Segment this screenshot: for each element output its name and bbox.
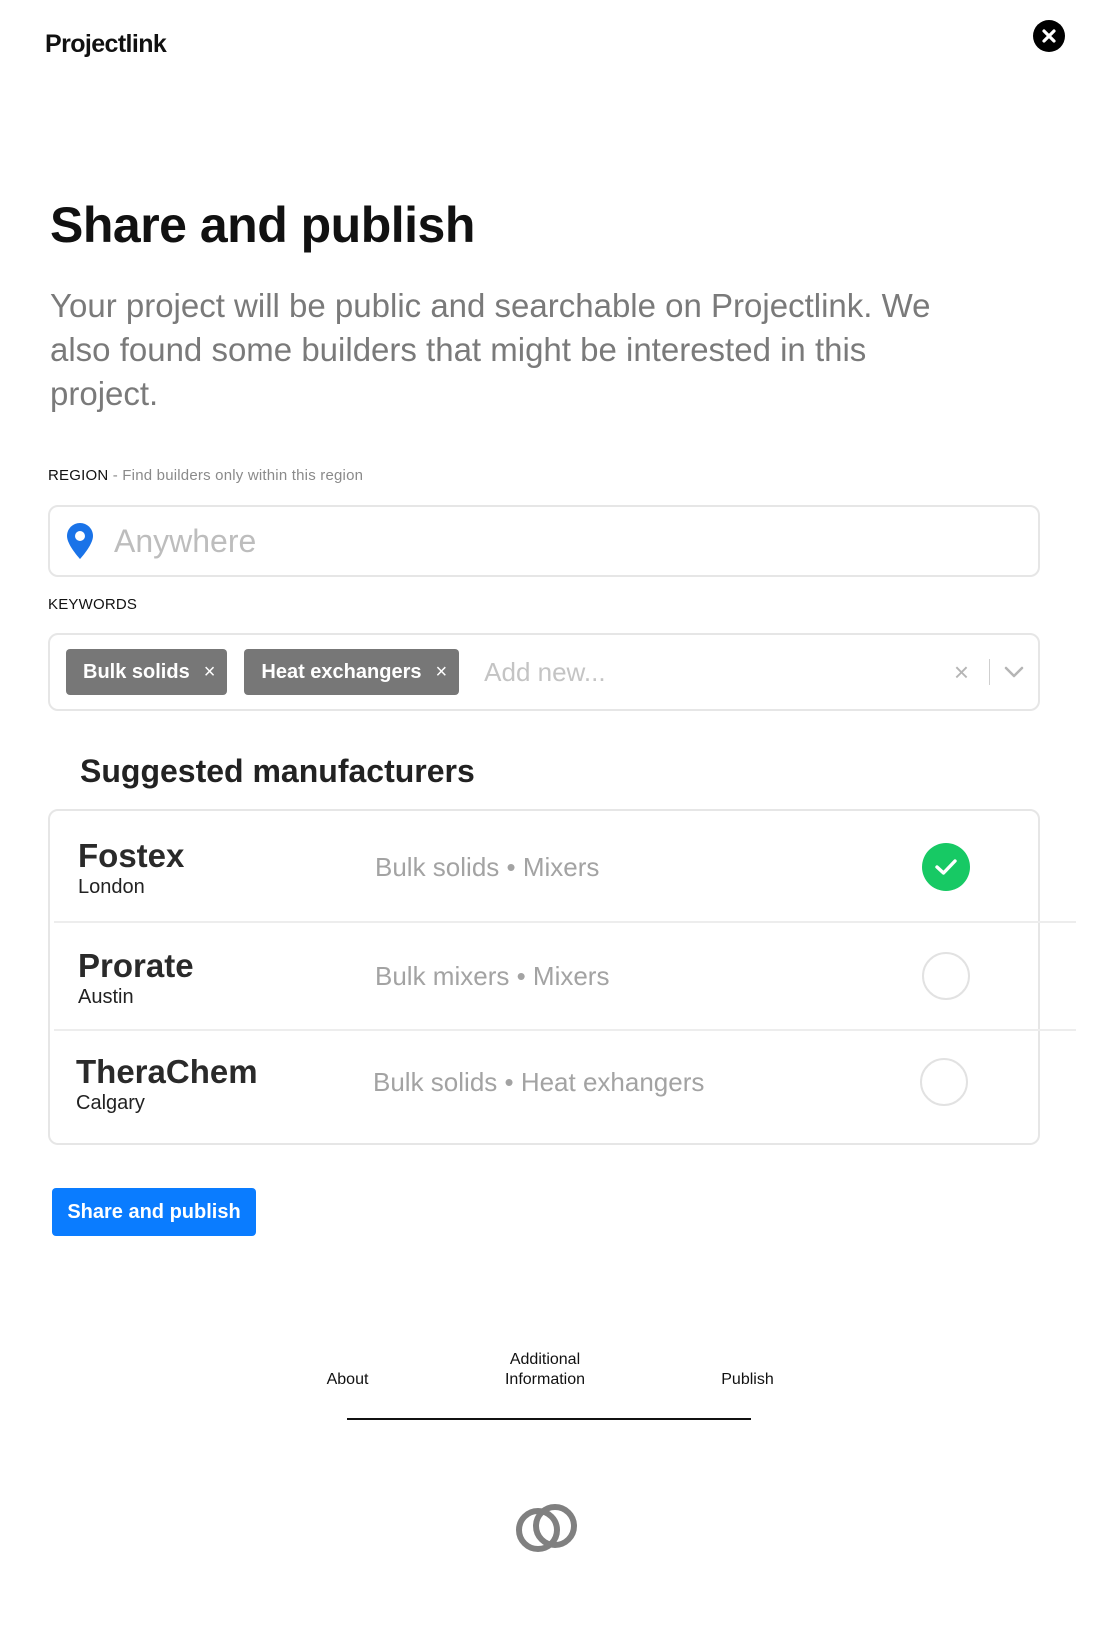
manufacturer-tags: Bulk solids • Heat exhangers [373, 1067, 705, 1097]
manufacturer-city: London [78, 876, 145, 898]
page-title: Share and publish [50, 197, 475, 253]
chevron-down-icon[interactable] [1004, 665, 1024, 679]
region-label: REGION - Find builders only within this … [48, 467, 363, 484]
keyword-chip-label: Bulk solids [83, 660, 190, 683]
chip-remove-icon[interactable]: × [435, 661, 447, 684]
brand-logo-text: Projectlink [45, 30, 167, 58]
keywords-field[interactable]: Bulk solids × Heat exchangers × × [48, 633, 1040, 711]
step-additional-information[interactable]: Additional Information [490, 1350, 600, 1390]
select-checkbox[interactable] [922, 952, 970, 1000]
manufacturer-tags: Bulk mixers • Mixers [375, 961, 610, 991]
close-icon [1042, 29, 1056, 43]
checkmark-icon [935, 859, 957, 875]
location-pin-icon [67, 523, 93, 559]
share-and-publish-button[interactable]: Share and publish [52, 1188, 256, 1236]
manufacturer-name: Fostex [78, 837, 185, 874]
manufacturer-row-fostex[interactable]: Fostex London Bulk solids • Mixers [50, 811, 1076, 923]
step-about[interactable]: About [300, 1370, 395, 1390]
keyword-chip: Bulk solids × [66, 649, 228, 695]
divider [989, 659, 990, 685]
projectlink-rings-logo-icon [516, 1504, 577, 1552]
manufacturer-name: TheraChem [76, 1053, 258, 1090]
select-checkbox[interactable] [922, 843, 970, 891]
page-subtitle: Your project will be public and searchab… [50, 287, 931, 412]
step-publish[interactable]: Publish [700, 1370, 795, 1390]
suggested-title: Suggested manufacturers [80, 753, 475, 789]
manufacturer-city: Calgary [76, 1092, 145, 1114]
step-progress-line [347, 1418, 751, 1420]
region-input[interactable] [112, 521, 936, 561]
keyword-controls: × [954, 657, 1024, 688]
manufacturer-tags: Bulk solids • Mixers [375, 852, 600, 882]
close-button[interactable] [1033, 20, 1065, 52]
clear-icon[interactable]: × [954, 657, 969, 688]
keyword-chip: Heat exchangers × [244, 649, 460, 695]
keywords-label: KEYWORDS [48, 596, 138, 613]
keyword-input[interactable] [482, 655, 907, 689]
select-checkbox[interactable] [920, 1058, 968, 1106]
keyword-chip-label: Heat exchangers [261, 660, 422, 683]
manufacturer-row-prorate[interactable]: Prorate Austin Bulk mixers • Mixers [50, 923, 1076, 1031]
region-hint: - Find builders only within this region [108, 467, 364, 484]
region-field[interactable] [48, 505, 1040, 577]
manufacturer-name: Prorate [78, 947, 194, 984]
manufacturer-row-therachem[interactable]: TheraChem Calgary Bulk solids • Heat exh… [50, 1031, 1076, 1141]
chip-remove-icon[interactable]: × [204, 661, 216, 684]
manufacturer-city: Austin [78, 986, 134, 1008]
region-label-text: REGION [48, 467, 109, 484]
manufacturer-list: Fostex London Bulk solids • Mixers Prora… [48, 809, 1076, 1145]
